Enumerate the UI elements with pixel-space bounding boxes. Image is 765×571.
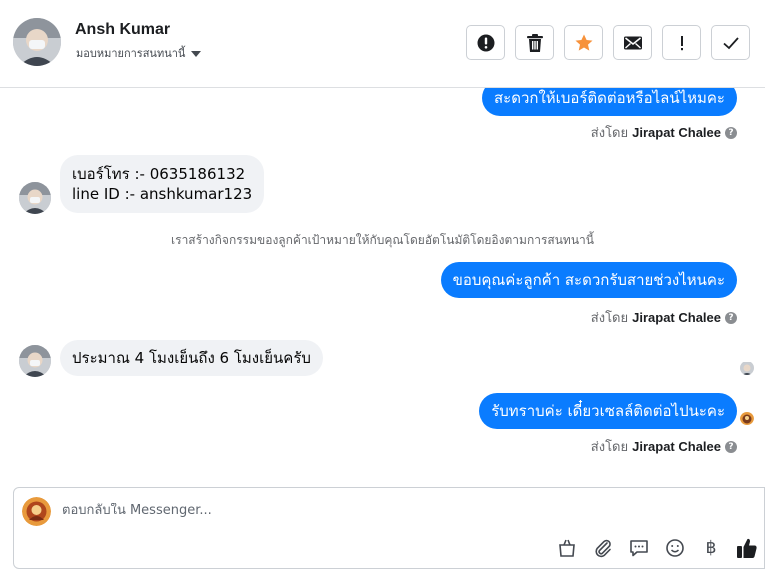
sent-by-prefix: ส่งโดย	[590, 440, 629, 455]
help-icon[interactable]: ?	[725, 440, 737, 453]
star-button[interactable]	[564, 25, 603, 60]
sent-by-label: ส่งโดย Jirapat Chalee ?	[591, 436, 737, 457]
message-thread[interactable]: สะดวกให้เบอร์ติดต่อหรือไลน์ไหมคะ ส่งโดย …	[0, 88, 765, 478]
message-line: line ID :- anshkumar123	[72, 185, 253, 203]
read-receipt-image	[740, 412, 754, 425]
customer-avatar-image	[19, 182, 51, 214]
spam-button[interactable]	[466, 25, 505, 60]
incoming-message: เบอร์โทร :- 0635186132 line ID :- anshku…	[60, 155, 265, 213]
outgoing-message: สะดวกให้เบอร์ติดต่อหรือไลน์ไหมคะ	[482, 88, 737, 116]
customer-avatar-small	[19, 345, 51, 377]
emoji-button[interactable]	[664, 537, 686, 559]
speech-bubble-icon	[630, 540, 648, 557]
sent-by-prefix: ส่งโดย	[590, 311, 629, 326]
alert-circle-icon	[477, 34, 494, 51]
exclamation-icon	[680, 35, 683, 50]
customer-avatar-image	[13, 18, 61, 66]
system-note: เราสร้างกิจกรรมของลูกค้าเป้าหมายให้กับคุ…	[171, 233, 594, 247]
read-receipt-avatar	[740, 411, 754, 425]
trash-icon	[526, 33, 543, 52]
star-icon	[575, 34, 592, 51]
baht-icon: ฿	[705, 538, 717, 558]
like-button[interactable]	[736, 537, 758, 559]
thumbs-up-icon	[737, 538, 757, 558]
help-icon[interactable]: ?	[725, 311, 737, 324]
customer-avatar[interactable]	[13, 18, 61, 66]
assign-label: มอบหมายการสนทนานี้	[76, 47, 186, 60]
help-icon[interactable]: ?	[725, 126, 737, 139]
conversation-toolbar	[466, 25, 750, 60]
sent-by-label: ส่งโดย Jirapat Chalee ?	[591, 307, 737, 328]
message-line: เบอร์โทร :- 0635186132	[72, 165, 246, 183]
reply-composer: ฿	[13, 487, 765, 569]
reply-input[interactable]	[62, 503, 662, 518]
saved-replies-button[interactable]	[628, 537, 650, 559]
page-avatar-image	[22, 497, 51, 526]
agent-name: Jirapat Chalee	[632, 310, 721, 325]
done-button[interactable]	[711, 25, 750, 60]
mark-unread-button[interactable]	[613, 25, 652, 60]
agent-name: Jirapat Chalee	[632, 125, 721, 140]
checkmark-icon	[722, 36, 739, 49]
conversation-header: Ansh Kumar มอบหมายการสนทนานี้	[0, 0, 765, 88]
sent-by-prefix: ส่งโดย	[590, 126, 629, 141]
outgoing-message: รับทราบค่ะ เดี๋ยวเซลล์ติดต่อไปนะคะ	[479, 393, 737, 429]
payment-button[interactable]: ฿	[700, 537, 722, 559]
chevron-down-icon	[191, 50, 202, 57]
outgoing-message: ขอบคุณค่ะลูกค้า สะดวกรับสายช่วงไหนคะ	[440, 262, 737, 298]
follow-up-button[interactable]	[662, 25, 701, 60]
incoming-message: ประมาณ 4 โมงเย็นถึง 6 โมงเย็นครับ	[60, 340, 323, 376]
shopping-bag-icon	[559, 539, 575, 557]
agent-name: Jirapat Chalee	[632, 439, 721, 454]
read-receipt-image	[740, 362, 754, 375]
customer-avatar-small	[19, 182, 51, 214]
customer-name: Ansh Kumar	[75, 21, 171, 38]
composer-tools: ฿	[556, 537, 758, 559]
smiley-icon	[666, 539, 684, 557]
sent-by-label: ส่งโดย Jirapat Chalee ?	[591, 122, 737, 143]
paperclip-icon	[595, 539, 611, 558]
customer-avatar-image	[19, 345, 51, 377]
page-avatar	[22, 497, 51, 526]
attach-button[interactable]	[592, 537, 614, 559]
envelope-icon	[623, 36, 642, 49]
assign-conversation-dropdown[interactable]: มอบหมายการสนทนานี้	[76, 44, 202, 62]
read-receipt-avatar	[740, 361, 754, 375]
shopping-bag-button[interactable]	[556, 537, 578, 559]
delete-button[interactable]	[515, 25, 554, 60]
